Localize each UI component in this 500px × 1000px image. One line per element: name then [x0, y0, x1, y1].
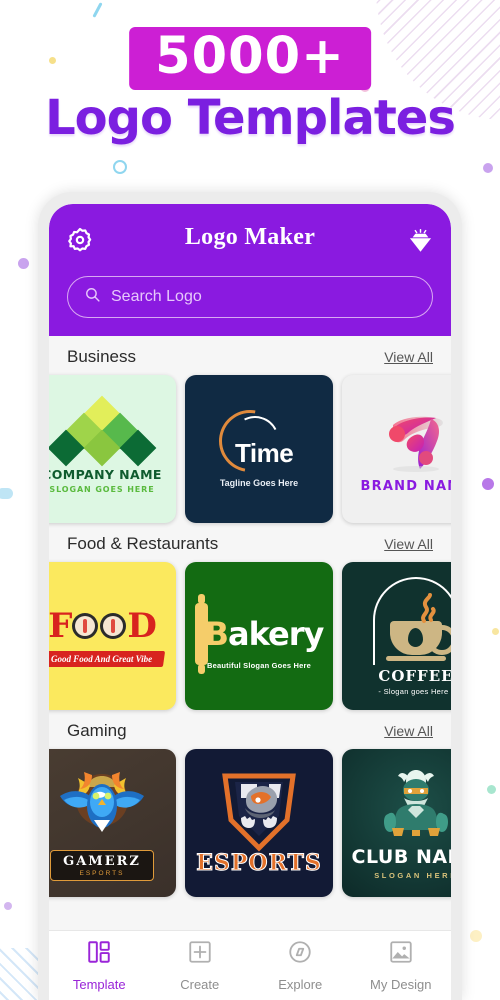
bakery-letter-rest: akery — [228, 614, 324, 653]
view-all-gaming[interactable]: View All — [384, 723, 433, 739]
section-header-gaming: Gaming View All — [49, 710, 451, 749]
bakery-letter-b: B — [204, 614, 229, 653]
card-row-business[interactable]: COMPANY NAME SLOGAN GOES HERE Time Tagli… — [49, 375, 451, 523]
grid-layout-icon — [86, 939, 112, 970]
logo-card-slogan: ESPORTS — [79, 869, 125, 877]
logo-card-title: COFFEE — [378, 666, 451, 685]
logo-card-club-name[interactable]: CLUB NAME SLOGAN HERE — [342, 749, 451, 897]
section-title: Food & Restaurants — [67, 534, 219, 553]
coffee-cup-icon — [386, 592, 451, 661]
hero-title: Logo Templates — [45, 90, 456, 146]
logo-card-company-name[interactable]: COMPANY NAME SLOGAN GOES HERE — [49, 375, 176, 523]
logo-card-coffee[interactable]: COFFEE - Slogan goes Here - — [342, 562, 451, 710]
search-icon — [84, 286, 101, 308]
logo-card-slogan: Good Food And Great Vibe — [51, 653, 153, 664]
food-wordmark: F D — [49, 605, 157, 646]
search-placeholder: Search Logo — [111, 288, 202, 305]
section-header-business: Business View All — [49, 336, 451, 375]
nav-label: Template — [72, 977, 126, 992]
app-header: Logo Maker Search Logo — [49, 204, 451, 336]
card-row-food[interactable]: F D Good Food And Great Vibe Bakery Beau… — [49, 562, 451, 710]
app-screen: Logo Maker Search Logo Business View All — [49, 204, 451, 1000]
card-row-gaming[interactable]: GAMERZ ESPORTS ESPORTS CLUB NA SLOGAN HE… — [49, 749, 451, 897]
ribbon-banner: Good Food And Great Vibe — [49, 650, 166, 667]
logo-card-slogan: SLOGAN GOES HERE — [49, 484, 155, 494]
logo-card-slogan: - Slogan goes Here - — [378, 686, 451, 696]
rolling-pin-icon — [194, 593, 208, 674]
owl-mascot-icon — [54, 766, 150, 846]
compass-icon — [287, 939, 313, 970]
dot-decoration-yellow-right-mid — [492, 628, 499, 635]
nav-label: Explore — [278, 977, 323, 992]
pizza-icon — [72, 612, 99, 639]
diamond-pattern-icon — [49, 395, 157, 466]
logo-card-title: CLUB NAME — [351, 846, 451, 868]
bottom-navigation-bar: Template Create Explore My Design — [49, 930, 451, 1000]
logo-card-slogan: SLOGAN HERE — [374, 871, 451, 880]
arch-frame-icon — [373, 576, 451, 665]
view-all-business[interactable]: View All — [384, 349, 433, 365]
logo-card-time[interactable]: Time Tagline Goes Here — [185, 375, 333, 523]
logo-card-brand-name[interactable]: BRAND NAME — [342, 375, 451, 523]
nav-item-create[interactable]: Create — [150, 939, 251, 992]
name-plate: GAMERZ ESPORTS — [50, 849, 154, 881]
logo-card-title: BRAND NAME — [360, 478, 451, 494]
abstract-swirl-icon — [379, 405, 451, 475]
steam-icon — [416, 592, 440, 623]
logo-card-title: ESPORTS — [196, 850, 322, 877]
logo-card-gamerz[interactable]: GAMERZ ESPORTS — [49, 749, 176, 897]
logo-card-esports[interactable]: ESPORTS — [185, 749, 333, 897]
logo-card-title: Time — [235, 438, 294, 468]
plus-square-icon — [187, 939, 213, 970]
phone-frame: Logo Maker Search Logo Business View All — [38, 192, 462, 1000]
nav-item-my-design[interactable]: My Design — [351, 939, 452, 992]
logo-card-title: GAMERZ — [63, 853, 141, 869]
wolf-shield-mascot-icon — [211, 770, 307, 852]
dot-decoration-blue-left — [0, 488, 13, 499]
dot-decoration-purple-left — [18, 258, 29, 269]
knight-mascot-icon — [368, 766, 451, 846]
section-title: Gaming — [67, 721, 127, 740]
nav-label: My Design — [370, 977, 432, 992]
search-input[interactable]: Search Logo — [67, 276, 433, 318]
food-letter-f: F — [49, 605, 72, 646]
nav-item-template[interactable]: Template — [49, 939, 150, 992]
nav-label: Create — [180, 977, 220, 992]
dot-decoration-purple-bottom-left — [4, 902, 12, 910]
image-icon — [388, 939, 414, 970]
section-header-food: Food & Restaurants View All — [49, 523, 451, 562]
hero-count-text: 5000+ — [155, 27, 345, 86]
dot-decoration-green-right — [487, 785, 496, 794]
view-all-food[interactable]: View All — [384, 536, 433, 552]
clock-arc-icon: Time — [206, 397, 307, 485]
hero-banner: 5000+ Logo Templates — [0, 0, 500, 178]
diamond-icon[interactable] — [403, 223, 437, 257]
logo-card-title: COMPANY NAME — [49, 466, 162, 482]
hero-count-badge: 5000+ — [129, 27, 371, 90]
logo-card-bakery[interactable]: Bakery Beautiful Slogan Goes Here — [185, 562, 333, 710]
logo-card-title: Bakery — [204, 614, 325, 653]
pizza-icon — [100, 612, 127, 639]
gear-icon[interactable] — [63, 223, 97, 257]
logo-card-food[interactable]: F D Good Food And Great Vibe — [49, 562, 176, 710]
dot-decoration-purple-right — [482, 478, 494, 490]
section-title: Business — [67, 347, 136, 366]
dot-decoration-yellow-bottom-right — [470, 930, 482, 942]
bakery-wordmark: Bakery — [194, 593, 325, 674]
food-letter-d: D — [127, 605, 157, 646]
nav-item-explore[interactable]: Explore — [250, 939, 351, 992]
coffee-bean-icon — [408, 627, 423, 647]
